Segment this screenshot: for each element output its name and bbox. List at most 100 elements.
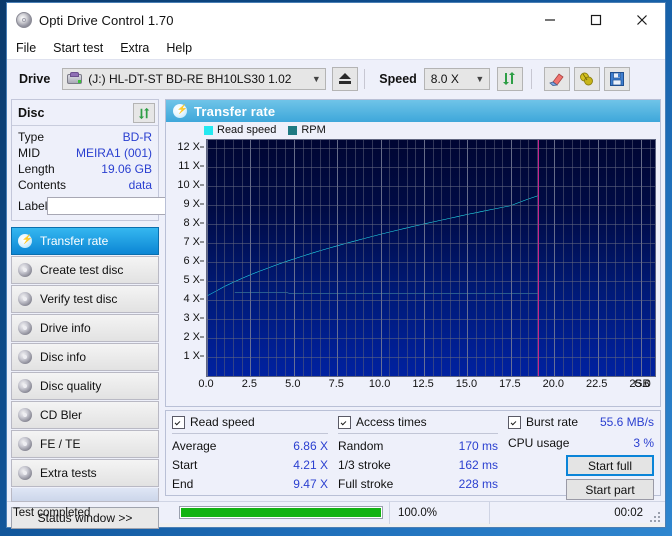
transfer-rate-panel: ⚡ Transfer rate Read speed RPM 1 X2 X3 X… <box>165 99 661 407</box>
progress-percent: 100.0% <box>389 501 489 524</box>
speed-select[interactable]: 8.0 X ▼ <box>423 67 490 90</box>
read-speed-checkbox-row[interactable]: Read speed <box>172 415 328 429</box>
save-icon <box>609 71 624 86</box>
desktop-background: Opti Drive Control 1.70 File Start test … <box>0 0 672 536</box>
read-speed-checkbox[interactable] <box>172 415 185 429</box>
sidebar-item-disc-info[interactable]: Disc info <box>11 343 159 371</box>
start-full-button[interactable]: Start full <box>566 455 654 476</box>
close-icon[interactable] <box>619 3 665 37</box>
disc-panel-header: Disc <box>12 100 158 126</box>
disc-row-mid: MID MEIRA1 (001) <box>18 145 152 161</box>
sidebar-item-label: Drive info <box>40 321 91 335</box>
stat-value: 228 ms <box>458 477 498 491</box>
disc-row-value: 19.06 GB <box>101 162 152 176</box>
refresh-button[interactable] <box>496 66 523 91</box>
stat-row-average: Average 6.86 X <box>172 437 328 456</box>
disc-info-rows: Type BD-R MID MEIRA1 (001) Length 19.06 … <box>12 126 251 220</box>
disc-icon <box>18 321 32 335</box>
progress-bar-fill <box>181 508 381 517</box>
chart-title: Transfer rate <box>194 103 276 119</box>
action-buttons: Start full Start part <box>508 455 654 500</box>
burst-and-actions: Burst rate 55.6 MB/s CPU usage 3 % Start… <box>508 415 654 500</box>
stat-row-random: Random 170 ms <box>338 437 498 456</box>
sidebar-item-verify-test-disc[interactable]: Verify test disc <box>11 285 159 313</box>
sidebar-item-label: Disc quality <box>40 379 102 393</box>
sidebar-item-label: Disc info <box>40 350 87 364</box>
menu-item-start-test[interactable]: Start test <box>53 40 111 57</box>
chart-plot-area: 1 X2 X3 X4 X5 X6 X7 X8 X9 X 10 X 11 X 12 X0… <box>166 137 660 399</box>
disc-icon: ⚡ <box>18 234 33 248</box>
divider <box>172 433 328 434</box>
bitsetting-button[interactable] <box>573 66 600 91</box>
maximize-icon[interactable] <box>573 3 619 37</box>
bitsetting-icon <box>580 72 594 85</box>
legend-swatch-read-speed <box>204 125 213 135</box>
access-times-checkbox-row[interactable]: Access times <box>338 415 498 429</box>
access-times-checkbox[interactable] <box>338 415 351 429</box>
menu-item-extra[interactable]: Extra <box>120 40 157 57</box>
eject-button[interactable] <box>332 66 359 91</box>
disc-row-contents: Contents data <box>18 177 152 193</box>
burst-rate-row[interactable]: Burst rate 55.6 MB/s <box>508 415 654 429</box>
sidebar-nav: ⚡ Transfer rate Create test disc Verify … <box>11 227 159 502</box>
stat-value: 3 % <box>633 436 654 450</box>
speed-label: Speed <box>379 71 417 86</box>
drive-select[interactable]: (J:) HL-DT-ST BD-RE BH10LS30 1.02 ▼ <box>62 67 327 90</box>
disc-icon <box>18 263 32 277</box>
sidebar-item-create-test-disc[interactable]: Create test disc <box>11 256 159 284</box>
eject-icon <box>339 73 352 84</box>
sidebar-item-drive-info[interactable]: Drive info <box>11 314 159 342</box>
sidebar-item-extra-tests[interactable]: Extra tests <box>11 459 159 487</box>
sidebar-item-transfer-rate[interactable]: ⚡ Transfer rate <box>11 227 159 255</box>
save-button[interactable] <box>603 66 630 91</box>
right-column: ⚡ Transfer rate Read speed RPM 1 X2 X3 X… <box>163 97 665 501</box>
refresh-icon <box>503 72 516 85</box>
legend-label-read-speed: Read speed <box>217 124 277 136</box>
sidebar-item-label: CD Bler <box>40 408 83 422</box>
stat-value: 6.86 X <box>293 439 328 453</box>
menu-item-help[interactable]: Help <box>166 40 200 57</box>
sidebar-item-cd-bler[interactable]: CD Bler <box>11 401 159 429</box>
sidebar-item-label: FE / TE <box>40 437 81 451</box>
stat-value: 9.47 X <box>293 477 328 491</box>
window-title: Opti Drive Control 1.70 <box>39 12 174 28</box>
stat-row-full-stroke: Full stroke 228 ms <box>338 475 498 494</box>
main-content: Disc Type BD-R MID MEIRA1 (001) Length 1… <box>7 97 665 529</box>
stat-key: Random <box>338 439 384 453</box>
stat-key: Average <box>172 439 217 453</box>
erase-button[interactable] <box>543 66 570 91</box>
disc-row-key: Contents <box>18 178 67 192</box>
menu-item-file[interactable]: File <box>16 40 44 57</box>
resize-grip[interactable] <box>650 512 662 524</box>
stat-row-cpu-usage: CPU usage 3 % <box>508 433 654 453</box>
read-speed-checkbox-label: Read speed <box>190 415 255 429</box>
burst-rate-checkbox-label: Burst rate <box>526 415 579 429</box>
start-part-button[interactable]: Start part <box>566 479 654 500</box>
burst-rate-checkbox[interactable] <box>508 415 521 429</box>
left-column: Disc Type BD-R MID MEIRA1 (001) Length 1… <box>7 97 251 529</box>
sidebar-item-label: Verify test disc <box>40 292 118 306</box>
drive-toolbar: Drive (J:) HL-DT-ST BD-RE BH10LS30 1.02 … <box>7 59 665 97</box>
disc-row-value: BD-R <box>122 130 152 144</box>
sidebar-item-disc-quality[interactable]: Disc quality <box>11 372 159 400</box>
stat-key: CPU usage <box>508 436 570 450</box>
app-window: Opti Drive Control 1.70 File Start test … <box>6 2 666 529</box>
window-controls <box>527 3 665 37</box>
disc-row-key: Type <box>18 130 45 144</box>
sidebar-filler <box>11 488 159 502</box>
sidebar-item-fe-te[interactable]: FE / TE <box>11 430 159 458</box>
chart-canvas[interactable] <box>206 139 656 377</box>
stat-value: 4.21 X <box>293 458 328 472</box>
speed-select-value: 8.0 X <box>430 71 459 86</box>
disc-panel: Disc Type BD-R MID MEIRA1 (001) Length 1… <box>11 99 251 221</box>
minimize-icon[interactable] <box>527 3 573 37</box>
disc-refresh-button[interactable] <box>133 103 155 123</box>
burst-rate-value: 55.6 MB/s <box>599 415 654 429</box>
stat-row-start: Start 4.21 X <box>172 456 328 475</box>
sidebar-item-label: Transfer rate <box>40 234 109 248</box>
drive-label: Drive <box>19 71 51 86</box>
disc-icon <box>18 408 32 422</box>
app-disc-icon <box>16 12 32 28</box>
disc-label-row: Label <box>18 196 251 216</box>
chart-legend: Read speed RPM <box>166 122 660 137</box>
